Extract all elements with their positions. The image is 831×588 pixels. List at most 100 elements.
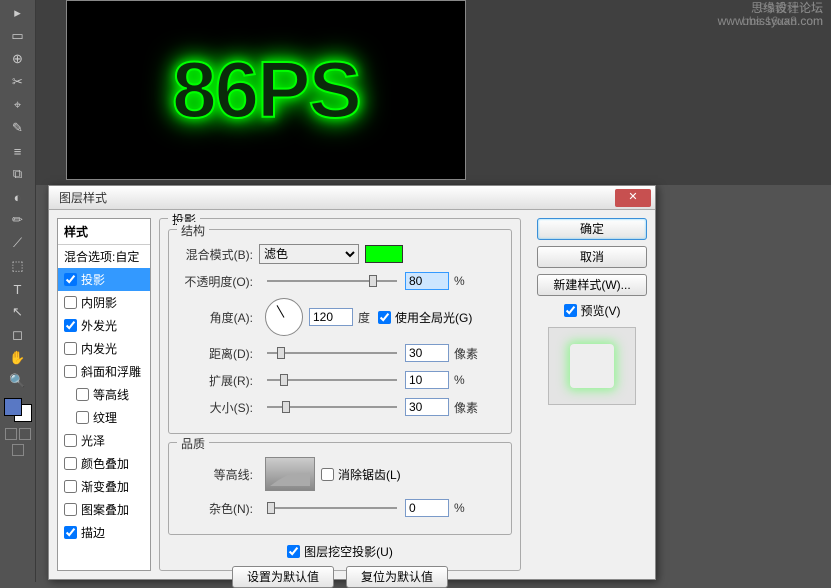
- distance-unit: 像素: [454, 345, 478, 362]
- type-tool[interactable]: T: [2, 278, 34, 300]
- spread-input[interactable]: [405, 371, 449, 389]
- global-light-label: 使用全局光(G): [395, 309, 472, 326]
- pattern-overlay-check[interactable]: [64, 503, 77, 516]
- close-button[interactable]: ✕: [615, 189, 651, 207]
- noise-unit: %: [454, 501, 465, 515]
- contour-check[interactable]: [76, 388, 89, 401]
- angle-control[interactable]: [265, 298, 303, 336]
- bevel-check[interactable]: [64, 365, 77, 378]
- action-panel: 确定 取消 新建样式(W)... 预览(V): [529, 218, 647, 571]
- stroke-item[interactable]: 描边: [58, 521, 150, 544]
- stroke-check[interactable]: [64, 526, 77, 539]
- watermark-2: PS教程论坛 bbs.16xx8.com: [699, 2, 823, 28]
- satin-item[interactable]: 光泽: [58, 429, 150, 452]
- global-light-check[interactable]: [378, 311, 391, 324]
- screenmode-toggle[interactable]: [3, 444, 33, 458]
- crop-tool[interactable]: ✂: [2, 71, 34, 93]
- antialias-label: 消除锯齿(L): [338, 466, 401, 483]
- outer-glow-item[interactable]: 外发光: [58, 314, 150, 337]
- opacity-slider[interactable]: [267, 273, 397, 289]
- contour-picker[interactable]: [265, 457, 315, 491]
- lasso-tool[interactable]: ⊕: [2, 48, 34, 70]
- spread-slider[interactable]: [267, 372, 397, 388]
- distance-label: 距离(D):: [179, 345, 253, 362]
- eraser-tool[interactable]: ✏: [2, 209, 34, 231]
- structure-group: 结构 混合模式(B): 滤色 不透明度(O): % 角度(A):: [168, 229, 512, 434]
- opacity-unit: %: [454, 274, 465, 288]
- contour-item[interactable]: 等高线: [58, 383, 150, 406]
- quickmask-toggle[interactable]: [3, 428, 33, 442]
- opacity-input[interactable]: [405, 272, 449, 290]
- knockout-check[interactable]: [287, 545, 300, 558]
- blending-options-item[interactable]: 混合选项:自定: [58, 245, 150, 268]
- styles-list: 样式 混合选项:自定 投影 内阴影 外发光 内发光 斜面和浮雕 等高线 纹理 光…: [57, 218, 151, 571]
- noise-slider[interactable]: [267, 500, 397, 516]
- angle-label: 角度(A):: [179, 309, 253, 326]
- history-brush-tool[interactable]: ◐: [2, 186, 34, 208]
- inner-glow-item[interactable]: 内发光: [58, 337, 150, 360]
- shape-tool[interactable]: ◻: [2, 324, 34, 346]
- hand-tool[interactable]: ✋: [2, 347, 34, 369]
- texture-item[interactable]: 纹理: [58, 406, 150, 429]
- marquee-tool[interactable]: ▭: [2, 25, 34, 47]
- angle-unit: 度: [358, 309, 370, 326]
- pattern-overlay-item[interactable]: 图案叠加: [58, 498, 150, 521]
- size-input[interactable]: [405, 398, 449, 416]
- preview-label: 预览(V): [581, 302, 621, 319]
- contour-label: 等高线:: [179, 466, 253, 483]
- settings-panel: 投影 结构 混合模式(B): 滤色 不透明度(O): %: [151, 218, 529, 571]
- gradient-tool[interactable]: ⟋: [2, 232, 34, 254]
- gradient-overlay-item[interactable]: 渐变叠加: [58, 475, 150, 498]
- cancel-button[interactable]: 取消: [537, 246, 647, 268]
- noise-label: 杂色(N):: [179, 500, 253, 517]
- color-overlay-item[interactable]: 颜色叠加: [58, 452, 150, 475]
- move-tool[interactable]: ▸: [2, 2, 34, 24]
- gradient-overlay-check[interactable]: [64, 480, 77, 493]
- spread-label: 扩展(R):: [179, 372, 253, 389]
- color-swatches[interactable]: [4, 398, 32, 422]
- bevel-item[interactable]: 斜面和浮雕: [58, 360, 150, 383]
- path-tool[interactable]: ↖: [2, 301, 34, 323]
- distance-input[interactable]: [405, 344, 449, 362]
- document-canvas[interactable]: 86PS: [66, 0, 466, 180]
- quality-group: 品质 等高线: 消除锯齿(L) 杂色(N): %: [168, 442, 512, 535]
- ok-button[interactable]: 确定: [537, 218, 647, 240]
- styles-header: 样式: [58, 219, 150, 245]
- antialias-check[interactable]: [321, 468, 334, 481]
- eyedropper-tool[interactable]: ⌖: [2, 94, 34, 116]
- preview-box: [548, 327, 636, 405]
- quality-legend: 品质: [177, 435, 209, 452]
- dialog-titlebar[interactable]: 图层样式 ✕: [49, 186, 655, 210]
- blend-mode-label: 混合模式(B):: [179, 246, 253, 263]
- foreground-color-icon: [4, 398, 22, 416]
- distance-slider[interactable]: [267, 345, 397, 361]
- size-unit: 像素: [454, 399, 478, 416]
- size-slider[interactable]: [267, 399, 397, 415]
- reset-default-button[interactable]: 复位为默认值: [346, 566, 448, 588]
- color-overlay-check[interactable]: [64, 457, 77, 470]
- angle-input[interactable]: [309, 308, 353, 326]
- drop-shadow-item[interactable]: 投影: [58, 268, 150, 291]
- texture-check[interactable]: [76, 411, 89, 424]
- knockout-label: 图层挖空投影(U): [304, 543, 393, 560]
- set-default-button[interactable]: 设置为默认值: [232, 566, 334, 588]
- zoom-tool[interactable]: 🔍: [2, 370, 34, 392]
- neon-text-layer: 86PS: [172, 44, 360, 136]
- brush-tool[interactable]: ≡: [2, 140, 34, 162]
- shadow-color-swatch[interactable]: [365, 245, 403, 263]
- satin-check[interactable]: [64, 434, 77, 447]
- inner-shadow-check[interactable]: [64, 296, 77, 309]
- outer-glow-check[interactable]: [64, 319, 77, 332]
- healing-tool[interactable]: ✎: [2, 117, 34, 139]
- layer-style-dialog: 图层样式 ✕ 样式 混合选项:自定 投影 内阴影 外发光 内发光 斜面和浮雕 等…: [48, 185, 656, 580]
- blur-tool[interactable]: ⬚: [2, 255, 34, 277]
- noise-input[interactable]: [405, 499, 449, 517]
- tool-palette: ▸ ▭ ⊕ ✂ ⌖ ✎ ≡ ⧉ ◐ ✏ ⟋ ⬚ T ↖ ◻ ✋ 🔍: [0, 0, 36, 582]
- stamp-tool[interactable]: ⧉: [2, 163, 34, 185]
- inner-glow-check[interactable]: [64, 342, 77, 355]
- new-style-button[interactable]: 新建样式(W)...: [537, 274, 647, 296]
- blend-mode-select[interactable]: 滤色: [259, 244, 359, 264]
- inner-shadow-item[interactable]: 内阴影: [58, 291, 150, 314]
- drop-shadow-check[interactable]: [64, 273, 77, 286]
- preview-check[interactable]: [564, 304, 577, 317]
